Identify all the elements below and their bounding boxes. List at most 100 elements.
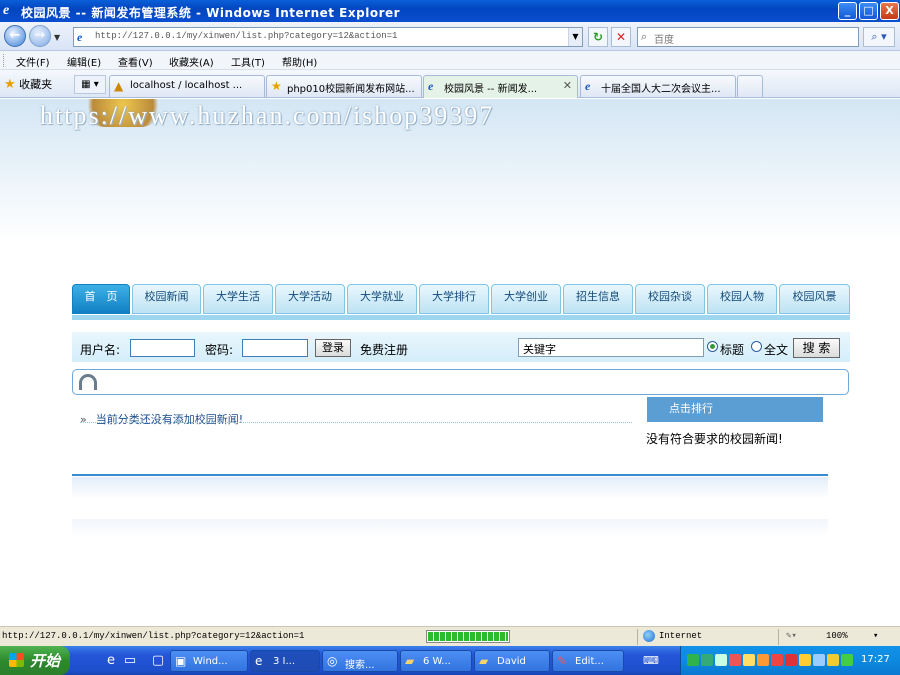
tab-localhost[interactable]: ▲ localhost / localhost ... bbox=[109, 75, 265, 97]
tab-campus-scenery[interactable]: e 校园风景 -- 新闻发... ✕ bbox=[423, 75, 578, 98]
nav-campus-talk[interactable]: 校园杂谈 bbox=[635, 284, 705, 314]
tray-user-icon[interactable] bbox=[799, 654, 811, 666]
stop-button[interactable]: ✕ bbox=[611, 27, 631, 47]
search-go-button[interactable]: ⌕ ▾ bbox=[863, 27, 895, 47]
nav-admissions[interactable]: 招生信息 bbox=[563, 284, 633, 314]
folder-icon[interactable]: ▭ bbox=[122, 653, 138, 669]
quick-tabs-button[interactable]: ▦ ▾ bbox=[74, 75, 106, 94]
menu-favorites[interactable]: 收藏夹(A) bbox=[169, 54, 214, 69]
username-field[interactable] bbox=[130, 339, 195, 357]
page-icon: e bbox=[77, 30, 83, 44]
taskbar-item-label: David bbox=[497, 656, 526, 667]
password-label: 密码: bbox=[205, 343, 234, 357]
web-page: https://www.huzhan.com/ishop39397 首 页 校园… bbox=[0, 99, 900, 626]
protected-mode-icon[interactable]: ✎▾ bbox=[786, 631, 797, 641]
nav-campus-scenery[interactable]: 校园风景 bbox=[779, 284, 850, 314]
search-button[interactable]: 搜 索 bbox=[793, 338, 840, 358]
tray-user-icon[interactable] bbox=[771, 654, 783, 666]
url-dropdown-icon[interactable]: ▼ bbox=[568, 28, 582, 46]
favorites-label: 收藏夹 bbox=[19, 78, 53, 91]
ie-icon[interactable]: e bbox=[103, 653, 119, 669]
new-tab-button[interactable] bbox=[737, 75, 763, 97]
radio-title[interactable] bbox=[707, 341, 718, 352]
back-button[interactable]: ← bbox=[4, 25, 26, 47]
tray-security-icon[interactable] bbox=[729, 654, 741, 666]
taskbar-item-david[interactable]: ▰ David bbox=[474, 650, 550, 672]
nav-employment[interactable]: 大学就业 bbox=[347, 284, 417, 314]
media-icon[interactable]: ▢ bbox=[150, 653, 166, 669]
nav-home[interactable]: 首 页 bbox=[72, 284, 130, 314]
clock: 17:27 bbox=[861, 654, 890, 665]
taskbar-item-ie[interactable]: e 3 I... bbox=[250, 650, 320, 672]
url-field[interactable]: e http://127.0.0.1/my/xinwen/list.php?ca… bbox=[73, 27, 583, 47]
taskbar-item-label: 搜索... bbox=[345, 660, 375, 671]
footer-line bbox=[72, 474, 828, 476]
search-icon: ⌕ bbox=[641, 30, 648, 43]
nav-underline bbox=[72, 315, 850, 320]
headphones-icon bbox=[79, 374, 97, 390]
tab-label: 十届全国人大二次会议主... bbox=[601, 84, 721, 95]
nav-college-activities[interactable]: 大学活动 bbox=[275, 284, 345, 314]
globe-icon bbox=[643, 630, 655, 642]
zoom-level[interactable]: 100% bbox=[826, 631, 848, 641]
tray-user-icon[interactable] bbox=[757, 654, 769, 666]
menu-edit[interactable]: 编辑(E) bbox=[67, 54, 101, 69]
maximize-button[interactable]: □ bbox=[859, 2, 878, 20]
tray-user-icon[interactable] bbox=[785, 654, 797, 666]
close-button[interactable]: X bbox=[880, 2, 899, 20]
tray-volume-icon[interactable] bbox=[813, 654, 825, 666]
search-input[interactable]: ⌕ 百度 bbox=[637, 27, 859, 47]
favorites-button[interactable]: ★ 收藏夹 bbox=[4, 76, 52, 92]
menu-help[interactable]: 帮助(H) bbox=[282, 54, 317, 69]
taskbar-item-search[interactable]: ◎ 搜索... bbox=[322, 650, 398, 672]
tray-app-icon[interactable] bbox=[687, 654, 699, 666]
phpmyadmin-icon: ▲ bbox=[114, 79, 124, 93]
radio-fulltext[interactable] bbox=[751, 341, 762, 352]
radio-title-label: 标题 bbox=[720, 343, 745, 357]
nav-college-life[interactable]: 大学生活 bbox=[203, 284, 273, 314]
star-icon: ★ bbox=[4, 77, 16, 92]
tray-shield-icon[interactable] bbox=[841, 654, 853, 666]
taskbar-item-label: Wind... bbox=[193, 656, 228, 667]
keyboard-icon[interactable]: ⌨ bbox=[643, 654, 659, 670]
keyword-input[interactable]: 关键字 bbox=[518, 338, 704, 357]
tray-network-icon[interactable] bbox=[701, 654, 713, 666]
history-dropdown-icon[interactable]: ▼ bbox=[54, 33, 60, 42]
nav-campus-news[interactable]: 校园新闻 bbox=[132, 284, 201, 314]
tab-bar: ★ 收藏夹 ▦ ▾ ▲ localhost / localhost ... ★ … bbox=[0, 70, 900, 98]
tab-label: 校园风景 -- 新闻发... bbox=[444, 84, 538, 95]
address-bar: ← → ▼ e http://127.0.0.1/my/xinwen/list.… bbox=[0, 22, 900, 51]
rank-empty-message: 没有符合要求的校园新闻! bbox=[646, 432, 783, 446]
list-empty-message: » 当前分类还没有添加校园新闻! bbox=[80, 411, 243, 427]
nav-campus-people[interactable]: 校园人物 bbox=[707, 284, 777, 314]
tray-display-icon[interactable] bbox=[715, 654, 727, 666]
taskbar-item-label: 6 W... bbox=[423, 656, 451, 667]
password-field[interactable] bbox=[242, 339, 308, 357]
taskbar-item-editor[interactable]: ✎ Edit... bbox=[552, 650, 624, 672]
refresh-button[interactable]: ↻ bbox=[588, 27, 608, 47]
forward-button[interactable]: → bbox=[29, 25, 51, 47]
main-nav: 首 页 校园新闻 大学生活 大学活动 大学就业 大学排行 大学创业 招生信息 校… bbox=[72, 284, 850, 316]
status-separator bbox=[778, 629, 779, 645]
zoom-dropdown-icon[interactable]: ▾ bbox=[873, 631, 878, 641]
tab-npc-session[interactable]: e 十届全国人大二次会议主... bbox=[580, 75, 736, 97]
nav-rankings[interactable]: 大学排行 bbox=[419, 284, 489, 314]
register-link[interactable]: 免费注册 bbox=[360, 341, 408, 358]
tray-antivirus-icon[interactable] bbox=[827, 654, 839, 666]
tray-qq-icon[interactable] bbox=[743, 654, 755, 666]
menu-view[interactable]: 查看(V) bbox=[118, 54, 153, 69]
minimize-button[interactable]: _ bbox=[838, 2, 857, 20]
announcement-bar bbox=[72, 369, 849, 395]
start-button[interactable]: 开始 bbox=[0, 646, 70, 675]
windows-logo-icon bbox=[9, 653, 24, 667]
toolbar-grip bbox=[3, 54, 6, 67]
taskbar-item-explorer[interactable]: ▰ 6 W... bbox=[400, 650, 472, 672]
taskbar-item-window[interactable]: ▣ Wind... bbox=[170, 650, 248, 672]
menu-tools[interactable]: 工具(T) bbox=[231, 54, 265, 69]
login-button[interactable]: 登录 bbox=[315, 339, 351, 357]
progress-bar bbox=[426, 630, 510, 643]
menu-file[interactable]: 文件(F) bbox=[16, 54, 50, 69]
tab-close-icon[interactable]: ✕ bbox=[563, 79, 572, 92]
tab-php010[interactable]: ★ php010校园新闻发布网站... bbox=[266, 75, 422, 97]
nav-entrepreneurship[interactable]: 大学创业 bbox=[491, 284, 561, 314]
